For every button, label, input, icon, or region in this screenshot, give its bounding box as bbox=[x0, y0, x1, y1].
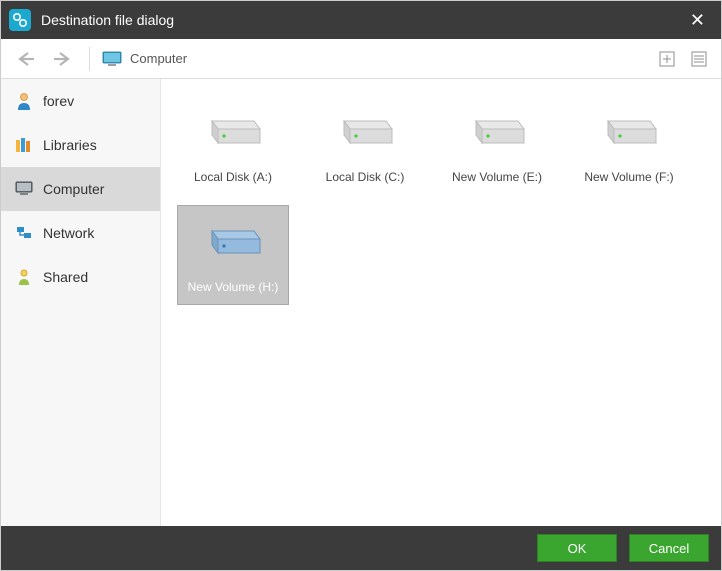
hard-drive-icon bbox=[333, 110, 397, 152]
sidebar-item-label: forev bbox=[43, 93, 74, 109]
breadcrumb-label: Computer bbox=[130, 51, 187, 66]
hard-drive-icon bbox=[201, 110, 265, 152]
hard-drive-icon bbox=[465, 110, 529, 152]
hard-drive-icon bbox=[201, 220, 265, 262]
footer: OK Cancel bbox=[1, 526, 721, 570]
sidebar-item-user[interactable]: forev bbox=[1, 79, 160, 123]
sidebar: forev Libraries Computer Network Shared bbox=[1, 79, 161, 526]
drive-item[interactable]: New Volume (F:) bbox=[573, 95, 685, 195]
drive-label: New Volume (F:) bbox=[584, 170, 673, 184]
forward-button[interactable] bbox=[47, 45, 77, 73]
new-folder-button[interactable] bbox=[655, 47, 679, 71]
sidebar-item-computer[interactable]: Computer bbox=[1, 167, 160, 211]
libraries-icon bbox=[15, 136, 33, 154]
drive-item[interactable]: Local Disk (A:) bbox=[177, 95, 289, 195]
network-icon bbox=[15, 224, 33, 242]
toolbar: Computer bbox=[1, 39, 721, 79]
sidebar-item-shared[interactable]: Shared bbox=[1, 255, 160, 299]
drive-label: New Volume (H:) bbox=[188, 280, 279, 294]
monitor-icon bbox=[15, 180, 33, 198]
dialog-body: forev Libraries Computer Network Shared bbox=[1, 79, 721, 526]
app-icon bbox=[9, 9, 31, 31]
drive-item[interactable]: New Volume (E:) bbox=[441, 95, 553, 195]
sidebar-item-label: Libraries bbox=[43, 137, 97, 153]
sidebar-item-label: Shared bbox=[43, 269, 88, 285]
drive-item[interactable]: Local Disk (C:) bbox=[309, 95, 421, 195]
window-title: Destination file dialog bbox=[41, 12, 684, 28]
hard-drive-icon bbox=[597, 110, 661, 152]
monitor-icon bbox=[102, 51, 122, 67]
shared-icon bbox=[15, 268, 33, 286]
sidebar-item-label: Computer bbox=[43, 181, 104, 197]
breadcrumb[interactable]: Computer bbox=[102, 51, 649, 67]
cancel-button[interactable]: Cancel bbox=[629, 534, 709, 562]
user-icon bbox=[15, 92, 33, 110]
drive-label: Local Disk (A:) bbox=[194, 170, 272, 184]
toolbar-right bbox=[655, 47, 711, 71]
drive-grid: Local Disk (A:) Local Disk (C:) bbox=[161, 79, 721, 526]
close-icon[interactable]: ✕ bbox=[684, 6, 711, 35]
back-button[interactable] bbox=[11, 45, 41, 73]
sidebar-item-label: Network bbox=[43, 225, 94, 241]
drive-item[interactable]: New Volume (H:) bbox=[177, 205, 289, 305]
titlebar: Destination file dialog ✕ bbox=[1, 1, 721, 39]
toolbar-separator bbox=[89, 47, 90, 71]
sidebar-item-libraries[interactable]: Libraries bbox=[1, 123, 160, 167]
drive-label: Local Disk (C:) bbox=[326, 170, 405, 184]
sidebar-item-network[interactable]: Network bbox=[1, 211, 160, 255]
ok-button[interactable]: OK bbox=[537, 534, 617, 562]
view-list-button[interactable] bbox=[687, 47, 711, 71]
drive-label: New Volume (E:) bbox=[452, 170, 542, 184]
